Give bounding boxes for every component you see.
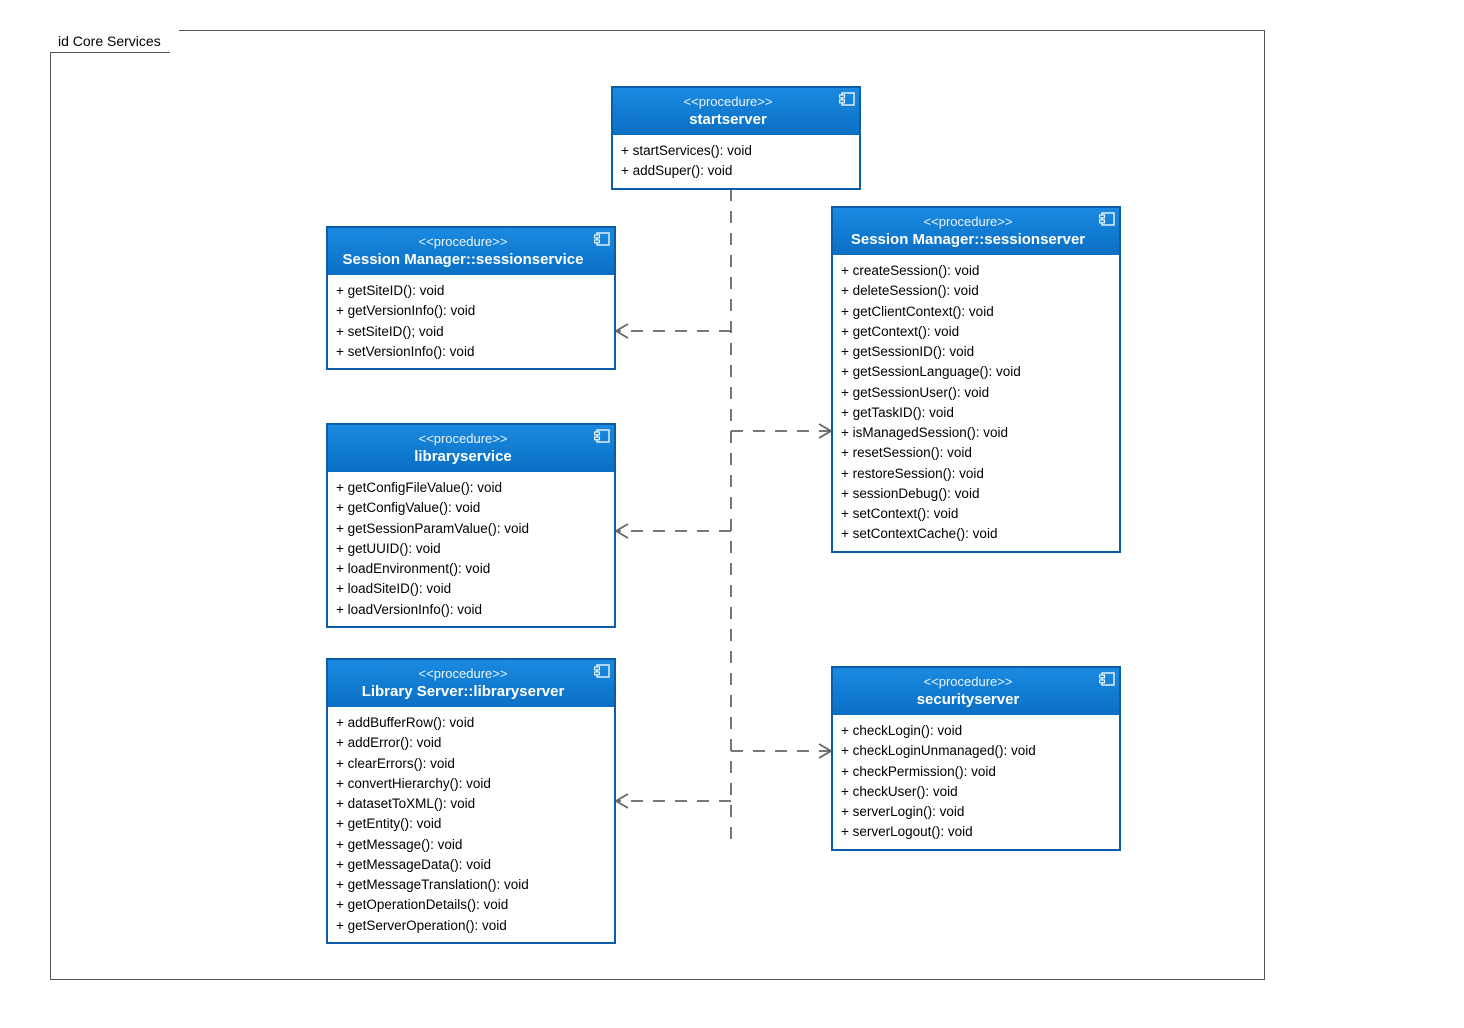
operation: + getMessageData(): void [336,855,606,875]
operation: + isManagedSession(): void [841,423,1111,443]
operation: + getUUID(): void [336,539,606,559]
operation: + sessionDebug(): void [841,484,1111,504]
class-header: <<procedure>>Session Manager::sessionser… [328,228,614,275]
operation: + getContext(): void [841,322,1111,342]
operation: + loadVersionInfo(): void [336,600,606,620]
operation: + getEntity(): void [336,814,606,834]
class-header: <<procedure>>Session Manager::sessionser… [833,208,1119,255]
class-libraryservice: <<procedure>> libraryservice + getConfigF… [326,423,616,628]
stereotype-label: <<procedure>> [839,674,1097,689]
operation: + getSessionParamValue(): void [336,519,606,539]
class-body: + addBufferRow(): void+ addError(): void… [328,707,614,942]
class-name: Session Manager::sessionserver [851,231,1085,248]
stereotype-label: <<procedure>> [619,94,837,109]
operation: + serverLogout(): void [841,822,1111,842]
class-name: securityserver [917,691,1020,708]
frame-label: id Core Services [50,30,180,53]
operation: + loadSiteID(): void [336,579,606,599]
component-icon [594,429,610,443]
operation: + convertHierarchy(): void [336,774,606,794]
class-body: + startServices(): void+ addSuper(): voi… [613,135,859,188]
operation: + clearErrors(): void [336,754,606,774]
class-header: <<procedure>> libraryservice [328,425,614,472]
operation: + getConfigFileValue(): void [336,478,606,498]
class-startserver: <<procedure>> startserver + startServices… [611,86,861,190]
operation: + getSessionLanguage(): void [841,362,1111,382]
class-name: Session Manager::sessionservice [343,251,584,268]
component-icon [594,232,610,246]
class-name: libraryservice [414,448,512,465]
operation: + getOperationDetails(): void [336,895,606,915]
operation: + checkLoginUnmanaged(): void [841,741,1111,761]
class-body: + getConfigFileValue(): void+ getConfigV… [328,472,614,626]
class-securityserver: <<procedure>> securityserver + checkLogin… [831,666,1121,851]
operation: + datasetToXML(): void [336,794,606,814]
class-body: + createSession(): void+ deleteSession()… [833,255,1119,551]
operation: + getServerOperation(): void [336,916,606,936]
operation: + getVersionInfo(): void [336,301,606,321]
operation: + getClientContext(): void [841,302,1111,322]
operation: + getMessage(): void [336,835,606,855]
operation: + setContext(): void [841,504,1111,524]
operation: + addBufferRow(): void [336,713,606,733]
stereotype-label: <<procedure>> [839,214,1097,229]
class-libraryserver: <<procedure>>Library Server::libraryserv… [326,658,616,944]
class-name: Library Server::libraryserver [362,683,565,700]
operation: + addSuper(): void [621,161,851,181]
class-body: + getSiteID(): void+ getVersionInfo(): v… [328,275,614,368]
class-name: startserver [689,111,767,128]
operation: + loadEnvironment(): void [336,559,606,579]
component-icon [1099,212,1115,226]
operation: + startServices(): void [621,141,851,161]
operation: + getConfigValue(): void [336,498,606,518]
class-sessionservice: <<procedure>>Session Manager::sessionser… [326,226,616,370]
stereotype-label: <<procedure>> [334,666,592,681]
class-header: <<procedure>>Library Server::libraryserv… [328,660,614,707]
operation: + resetSession(): void [841,443,1111,463]
operation: + checkUser(): void [841,782,1111,802]
class-sessionserver: <<procedure>>Session Manager::sessionser… [831,206,1121,553]
class-header: <<procedure>> startserver [613,88,859,135]
operation: + serverLogin(): void [841,802,1111,822]
class-header: <<procedure>> securityserver [833,668,1119,715]
stereotype-label: <<procedure>> [334,431,592,446]
operation: + getTaskID(): void [841,403,1111,423]
stereotype-label: <<procedure>> [334,234,592,249]
component-icon [839,92,855,106]
operation: + restoreSession(): void [841,464,1111,484]
operation: + getSessionID(): void [841,342,1111,362]
operation: + setVersionInfo(): void [336,342,606,362]
operation: + createSession(): void [841,261,1111,281]
operation: + getSiteID(): void [336,281,606,301]
operation: + setContextCache(): void [841,524,1111,544]
operation: + setSiteID(); void [336,322,606,342]
operation: + checkPermission(): void [841,762,1111,782]
component-icon [1099,672,1115,686]
class-body: + checkLogin(): void+ checkLoginUnmanage… [833,715,1119,849]
operation: + getSessionUser(): void [841,383,1111,403]
diagram-frame: id Core Services <<procedure>> startserve… [50,30,1265,980]
operation: + checkLogin(): void [841,721,1111,741]
operation: + addError(): void [336,733,606,753]
operation: + getMessageTranslation(): void [336,875,606,895]
operation: + deleteSession(): void [841,281,1111,301]
component-icon [594,664,610,678]
